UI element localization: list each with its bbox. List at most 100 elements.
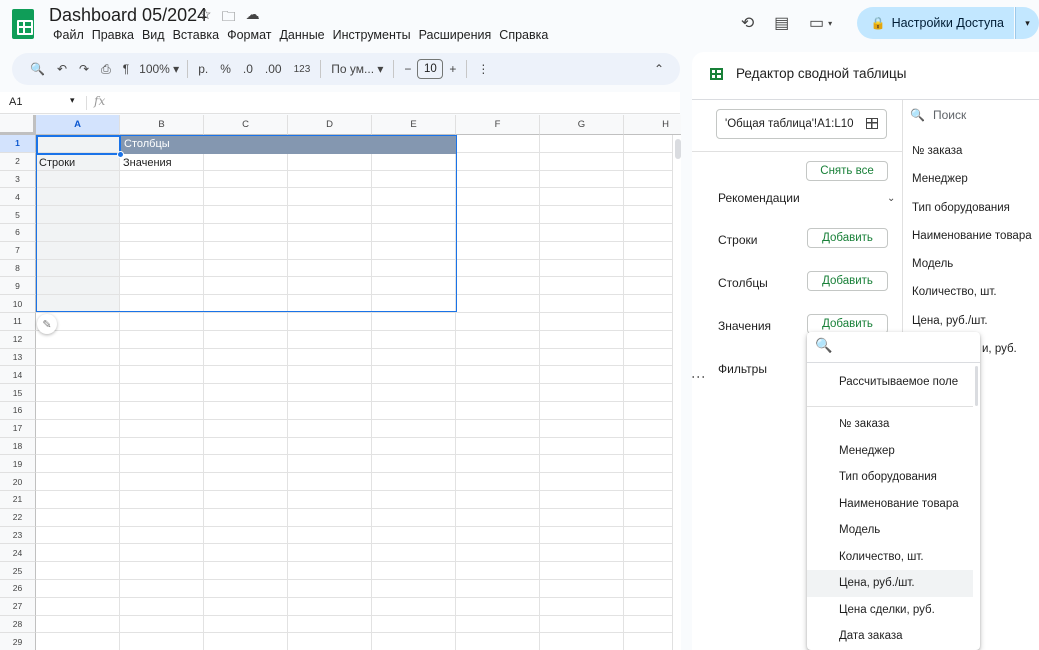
dropdown-search-icon[interactable]: 🔍: [815, 337, 832, 354]
row-header-15[interactable]: 15: [0, 384, 36, 402]
font-select[interactable]: По ум... ▾: [325, 62, 389, 76]
name-box-caret-icon[interactable]: ▾: [70, 95, 75, 106]
dropdown-item[interactable]: Наименование товара: [807, 491, 973, 518]
dropdown-item-hovered[interactable]: Цена, руб./шт.: [807, 570, 973, 597]
menu-tools[interactable]: Инструменты: [329, 28, 415, 42]
row-header-27[interactable]: 27: [0, 597, 36, 616]
collapse-toolbar-icon[interactable]: ⌃: [654, 62, 664, 76]
row-header-1[interactable]: 1: [0, 135, 36, 153]
panel-resize-handle-icon[interactable]: ⋮: [691, 370, 707, 384]
menu-insert[interactable]: Вставка: [169, 28, 223, 42]
undo-icon[interactable]: ↶: [51, 62, 73, 76]
column-header-c[interactable]: C: [204, 115, 288, 135]
dropdown-scrollbar[interactable]: [975, 366, 978, 406]
add-rows-button[interactable]: Добавить: [807, 228, 888, 248]
field-search-input[interactable]: 🔍 Поиск: [910, 108, 966, 122]
row-header-12[interactable]: 12: [0, 330, 36, 349]
chevron-down-icon[interactable]: ⌄: [887, 193, 895, 204]
number-format-button[interactable]: 123: [288, 64, 317, 75]
menu-format[interactable]: Формат: [223, 28, 275, 42]
field-item[interactable]: Количество, шт.: [912, 286, 1039, 314]
share-dropdown-button[interactable]: ▾: [1015, 7, 1039, 39]
dropdown-item[interactable]: Количество, шт.: [807, 544, 973, 571]
column-header-e[interactable]: E: [372, 115, 456, 135]
decrease-decimal-button[interactable]: .0: [237, 62, 259, 76]
menu-help[interactable]: Справка: [495, 28, 552, 42]
row-header-9[interactable]: 9: [0, 277, 36, 296]
row-header-5[interactable]: 5: [0, 206, 36, 224]
dropdown-item[interactable]: Дата заказа: [807, 623, 973, 650]
row-header-26[interactable]: 26: [0, 580, 36, 598]
increase-font-size-button[interactable]: +: [443, 62, 462, 76]
row-header-10[interactable]: 10: [0, 295, 36, 313]
column-header-d[interactable]: D: [288, 115, 372, 135]
paint-format-icon[interactable]: ¶: [117, 62, 135, 76]
print-icon[interactable]: ⎙: [95, 62, 117, 77]
row-header-22[interactable]: 22: [0, 508, 36, 527]
dropdown-item[interactable]: № заказа: [807, 411, 973, 438]
vertical-scrollbar[interactable]: [672, 135, 681, 650]
menu-extensions[interactable]: Расширения: [415, 28, 496, 42]
cloud-status-icon[interactable]: ☁: [246, 6, 260, 30]
recommendations-label[interactable]: Рекомендации: [718, 191, 800, 205]
row-header-3[interactable]: 3: [0, 170, 36, 189]
menu-data[interactable]: Данные: [275, 28, 328, 42]
field-item[interactable]: Менеджер: [912, 173, 1039, 201]
row-header-13[interactable]: 13: [0, 348, 36, 367]
column-header-f[interactable]: F: [456, 115, 540, 135]
select-all-corner[interactable]: [0, 115, 36, 135]
menu-view[interactable]: Вид: [138, 28, 169, 42]
spreadsheet-grid[interactable]: ABCDEFGH 1 2 3 4 5 6 7 8 9 10 11 12 13 14 15 16 17 18 19 20…: [0, 115, 681, 650]
redo-icon[interactable]: ↷: [73, 62, 95, 76]
edit-pivot-pencil-icon[interactable]: ✎: [37, 314, 57, 334]
column-header-h[interactable]: H: [624, 115, 681, 135]
field-item[interactable]: № заказа: [912, 145, 1039, 173]
row-header-4[interactable]: 4: [0, 188, 36, 207]
dropdown-item[interactable]: Цена сделки, руб.: [807, 597, 973, 624]
row-header-11[interactable]: 11: [0, 313, 36, 331]
meet-icon[interactable]: ▭ ▾: [799, 6, 843, 40]
increase-decimal-button[interactable]: .00: [259, 62, 288, 76]
font-size-input[interactable]: 10: [417, 59, 444, 79]
row-header-25[interactable]: 25: [0, 562, 36, 580]
more-options-icon[interactable]: ⋮: [471, 62, 495, 76]
sheets-logo-icon[interactable]: [12, 9, 34, 39]
zoom-select[interactable]: 100% ▾: [135, 62, 183, 76]
add-values-button[interactable]: Добавить: [807, 314, 888, 334]
row-header-14[interactable]: 14: [0, 366, 36, 385]
row-header-29[interactable]: 29: [0, 633, 36, 650]
column-header-b[interactable]: B: [120, 115, 204, 135]
name-box[interactable]: A1: [9, 96, 22, 108]
row-header-19[interactable]: 19: [0, 455, 36, 474]
history-icon[interactable]: ⟲: [731, 6, 765, 40]
field-item[interactable]: Наименование товара: [912, 230, 1039, 258]
dropdown-item[interactable]: Модель: [807, 517, 973, 544]
row-header-6[interactable]: 6: [0, 224, 36, 242]
column-header-a[interactable]: A: [36, 115, 120, 135]
row-header-8[interactable]: 8: [0, 259, 36, 278]
move-folder-icon[interactable]: 🗀: [222, 6, 236, 30]
field-item[interactable]: Тип оборудования: [912, 202, 1039, 230]
active-cell-a1[interactable]: [36, 135, 121, 155]
column-header-g[interactable]: G: [540, 115, 624, 135]
row-header-18[interactable]: 18: [0, 437, 36, 456]
scrollbar-thumb[interactable]: [675, 139, 681, 159]
row-header-17[interactable]: 17: [0, 419, 36, 438]
row-header-7[interactable]: 7: [0, 241, 36, 260]
row-header-20[interactable]: 20: [0, 473, 36, 491]
decrease-font-size-button[interactable]: −: [398, 62, 417, 76]
calculated-field-option[interactable]: Рассчитываемое поле: [839, 376, 958, 388]
row-header-24[interactable]: 24: [0, 544, 36, 563]
currency-format-button[interactable]: р.: [192, 62, 214, 76]
clear-all-button[interactable]: Снять все: [806, 161, 888, 181]
menu-edit[interactable]: Правка: [88, 28, 138, 42]
search-menus-icon[interactable]: 🔍: [24, 62, 51, 76]
dropdown-item[interactable]: Менеджер: [807, 438, 973, 465]
share-button[interactable]: 🔒 Настройки Доступа: [856, 7, 1014, 39]
row-header-21[interactable]: 21: [0, 491, 36, 509]
fill-handle[interactable]: [117, 151, 124, 158]
menu-file[interactable]: Файл: [49, 28, 88, 42]
row-header-23[interactable]: 23: [0, 526, 36, 545]
document-title[interactable]: Dashboard 05/2024: [49, 5, 207, 26]
field-item[interactable]: Модель: [912, 258, 1039, 286]
